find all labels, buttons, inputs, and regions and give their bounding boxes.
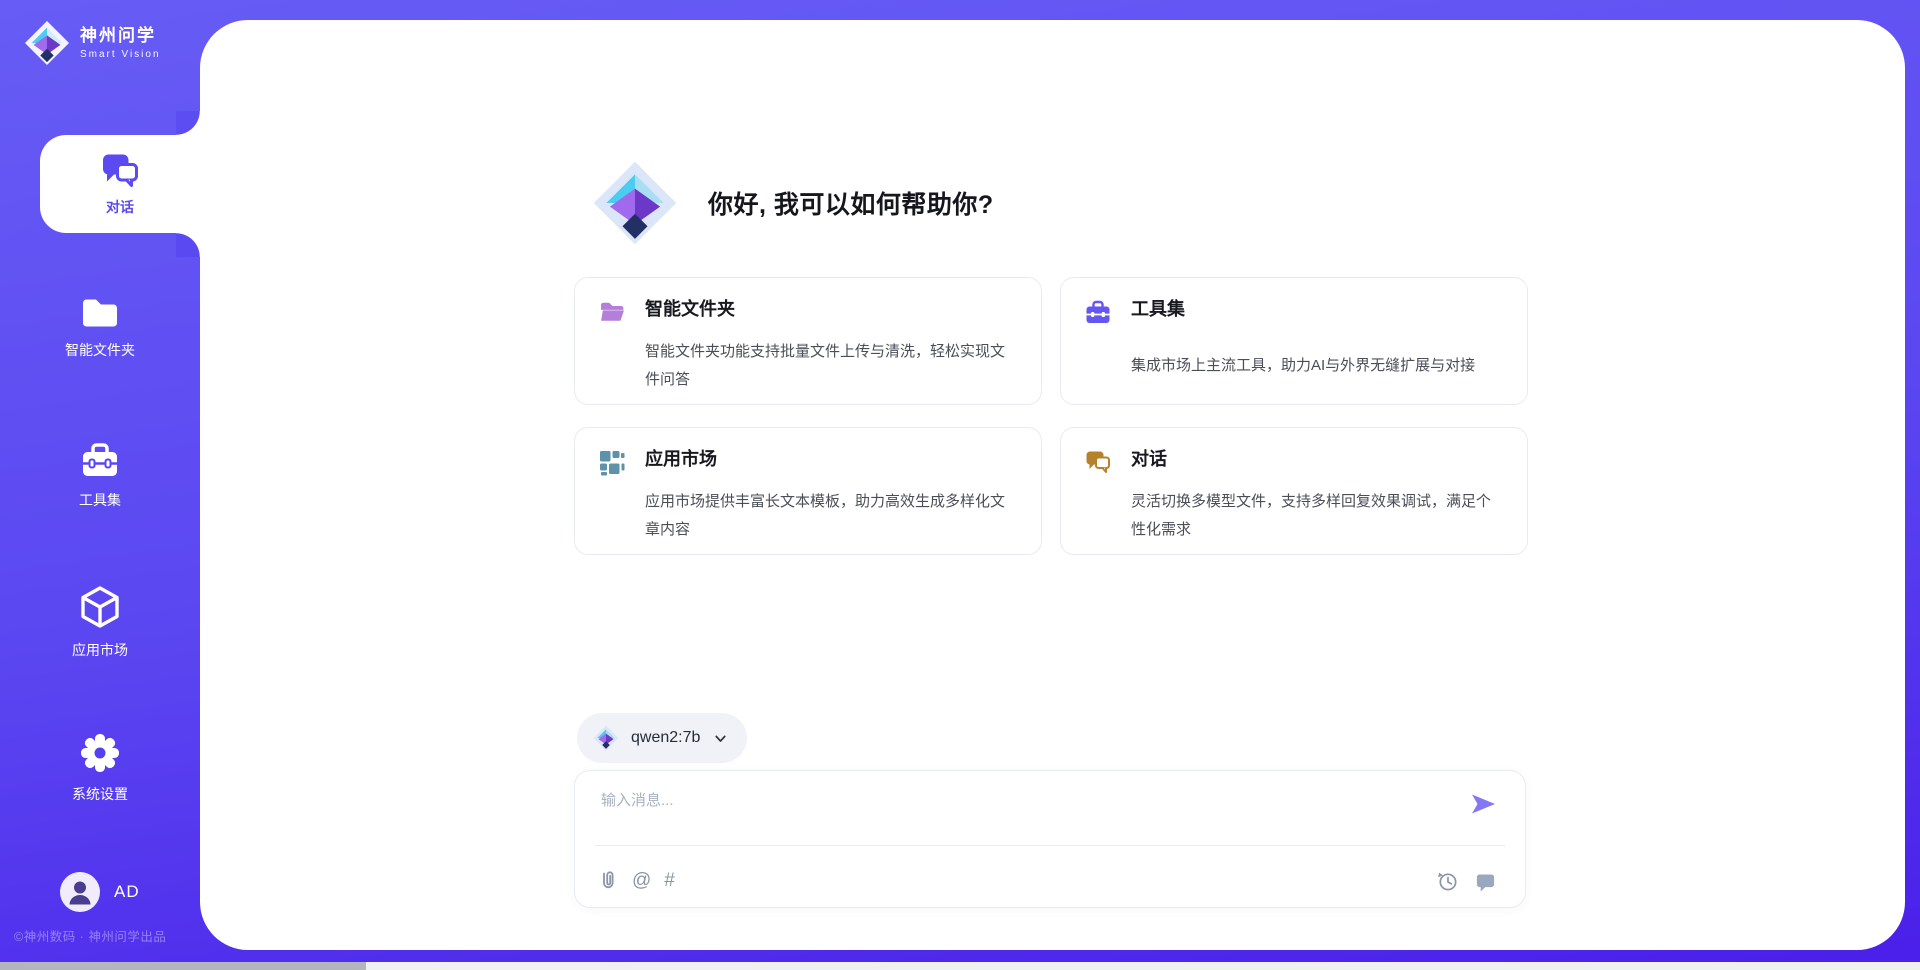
- paperclip-icon[interactable]: [597, 869, 619, 893]
- copyright: ©神州数码 · 神州问学出品: [14, 926, 166, 945]
- card-desc: 集成市场上主流工具，助力AI与外界无缝扩展与对接: [1131, 352, 1503, 405]
- cube-icon: [77, 584, 123, 630]
- comment-icon[interactable]: [1474, 871, 1497, 893]
- brand: 神州问学 Smart Vision: [24, 20, 161, 66]
- hash-icon[interactable]: #: [664, 870, 675, 892]
- model-selector[interactable]: qwen2:7b: [577, 713, 747, 763]
- composer: @ #: [574, 770, 1526, 908]
- card-title: 对话: [1131, 447, 1503, 482]
- sidebar-item-chat[interactable]: 对话: [40, 135, 200, 233]
- greeting-gem-icon: [592, 160, 678, 246]
- sidebar-item-label: 智能文件夹: [65, 340, 135, 360]
- chat-bubbles-icon: [1085, 447, 1131, 554]
- avatar: [60, 872, 100, 912]
- greeting-title: 你好, 我可以如何帮助你?: [708, 185, 994, 221]
- history-icon[interactable]: [1436, 870, 1459, 893]
- sidebar-item-label: 工具集: [79, 490, 121, 510]
- grid-mosaic-icon: [599, 447, 645, 554]
- card-smart-folder[interactable]: 智能文件夹 智能文件夹功能支持批量文件上传与清洗，轻松实现文件问答: [574, 277, 1042, 405]
- sidebar-item-label: 应用市场: [72, 640, 128, 660]
- card-desc: 应用市场提供丰富长文本模板，助力高效生成多样化文章内容: [645, 488, 1017, 555]
- card-title: 工具集: [1131, 297, 1503, 346]
- card-desc: 智能文件夹功能支持批量文件上传与清洗，轻松实现文件问答: [645, 338, 1017, 405]
- greeting: 你好, 我可以如何帮助你?: [592, 160, 994, 246]
- main-panel: 你好, 我可以如何帮助你? 智能文件夹 智能文件夹功能支持批量文件上传与清洗，轻…: [200, 20, 1905, 950]
- card-desc: 灵活切换多模型文件，支持多样回复效果调试，满足个性化需求: [1131, 488, 1503, 555]
- chat-bubbles-icon: [100, 152, 140, 189]
- briefcase-icon: [1085, 297, 1131, 404]
- card-chat[interactable]: 对话 灵活切换多模型文件，支持多样回复效果调试，满足个性化需求: [1060, 427, 1528, 555]
- sidebar: 神州问学 Smart Vision 对话 智能文件夹: [0, 0, 200, 970]
- sidebar-item-smart-folder[interactable]: 智能文件夹: [0, 296, 200, 360]
- send-button[interactable]: [1469, 791, 1497, 817]
- app-background: { "brand": { "name": "神州问学", "subtitle":…: [0, 0, 1920, 970]
- gear-icon: [79, 732, 121, 774]
- card-app-market[interactable]: 应用市场 应用市场提供丰富长文本模板，助力高效生成多样化文章内容: [574, 427, 1042, 555]
- sidebar-item-app-market[interactable]: 应用市场: [0, 584, 200, 660]
- briefcase-icon: [80, 442, 120, 480]
- horizontal-scrollbar-track: [0, 962, 1920, 970]
- tab-fillet-top: [176, 111, 200, 135]
- brand-subtitle: Smart Vision: [80, 49, 161, 60]
- feature-cards: 智能文件夹 智能文件夹功能支持批量文件上传与清洗，轻松实现文件问答 工具集 集成…: [574, 277, 1528, 555]
- send-plane-icon: [1469, 791, 1497, 817]
- user-chip[interactable]: AD: [60, 872, 140, 912]
- folder-icon: [80, 296, 120, 330]
- model-name: qwen2:7b: [631, 729, 700, 747]
- card-title: 应用市场: [645, 447, 1017, 482]
- message-input[interactable]: [599, 787, 1423, 837]
- tab-fillet-bottom: [176, 233, 200, 257]
- card-toolset[interactable]: 工具集 集成市场上主流工具，助力AI与外界无缝扩展与对接: [1060, 277, 1528, 405]
- sidebar-item-toolset[interactable]: 工具集: [0, 442, 200, 510]
- chevron-down-icon: [712, 730, 729, 747]
- folder-open-icon: [599, 297, 645, 404]
- mention-icon[interactable]: @: [632, 870, 651, 892]
- user-initials: AD: [114, 882, 140, 902]
- brand-gem-icon: [24, 20, 70, 66]
- composer-divider: [595, 845, 1505, 846]
- brand-name: 神州问学: [80, 26, 161, 46]
- card-title: 智能文件夹: [645, 297, 1017, 332]
- sidebar-item-label: 系统设置: [72, 784, 128, 804]
- sidebar-item-settings[interactable]: 系统设置: [0, 732, 200, 804]
- model-gem-icon: [593, 725, 619, 751]
- horizontal-scrollbar-thumb[interactable]: [0, 962, 366, 970]
- sidebar-item-label: 对话: [106, 197, 134, 217]
